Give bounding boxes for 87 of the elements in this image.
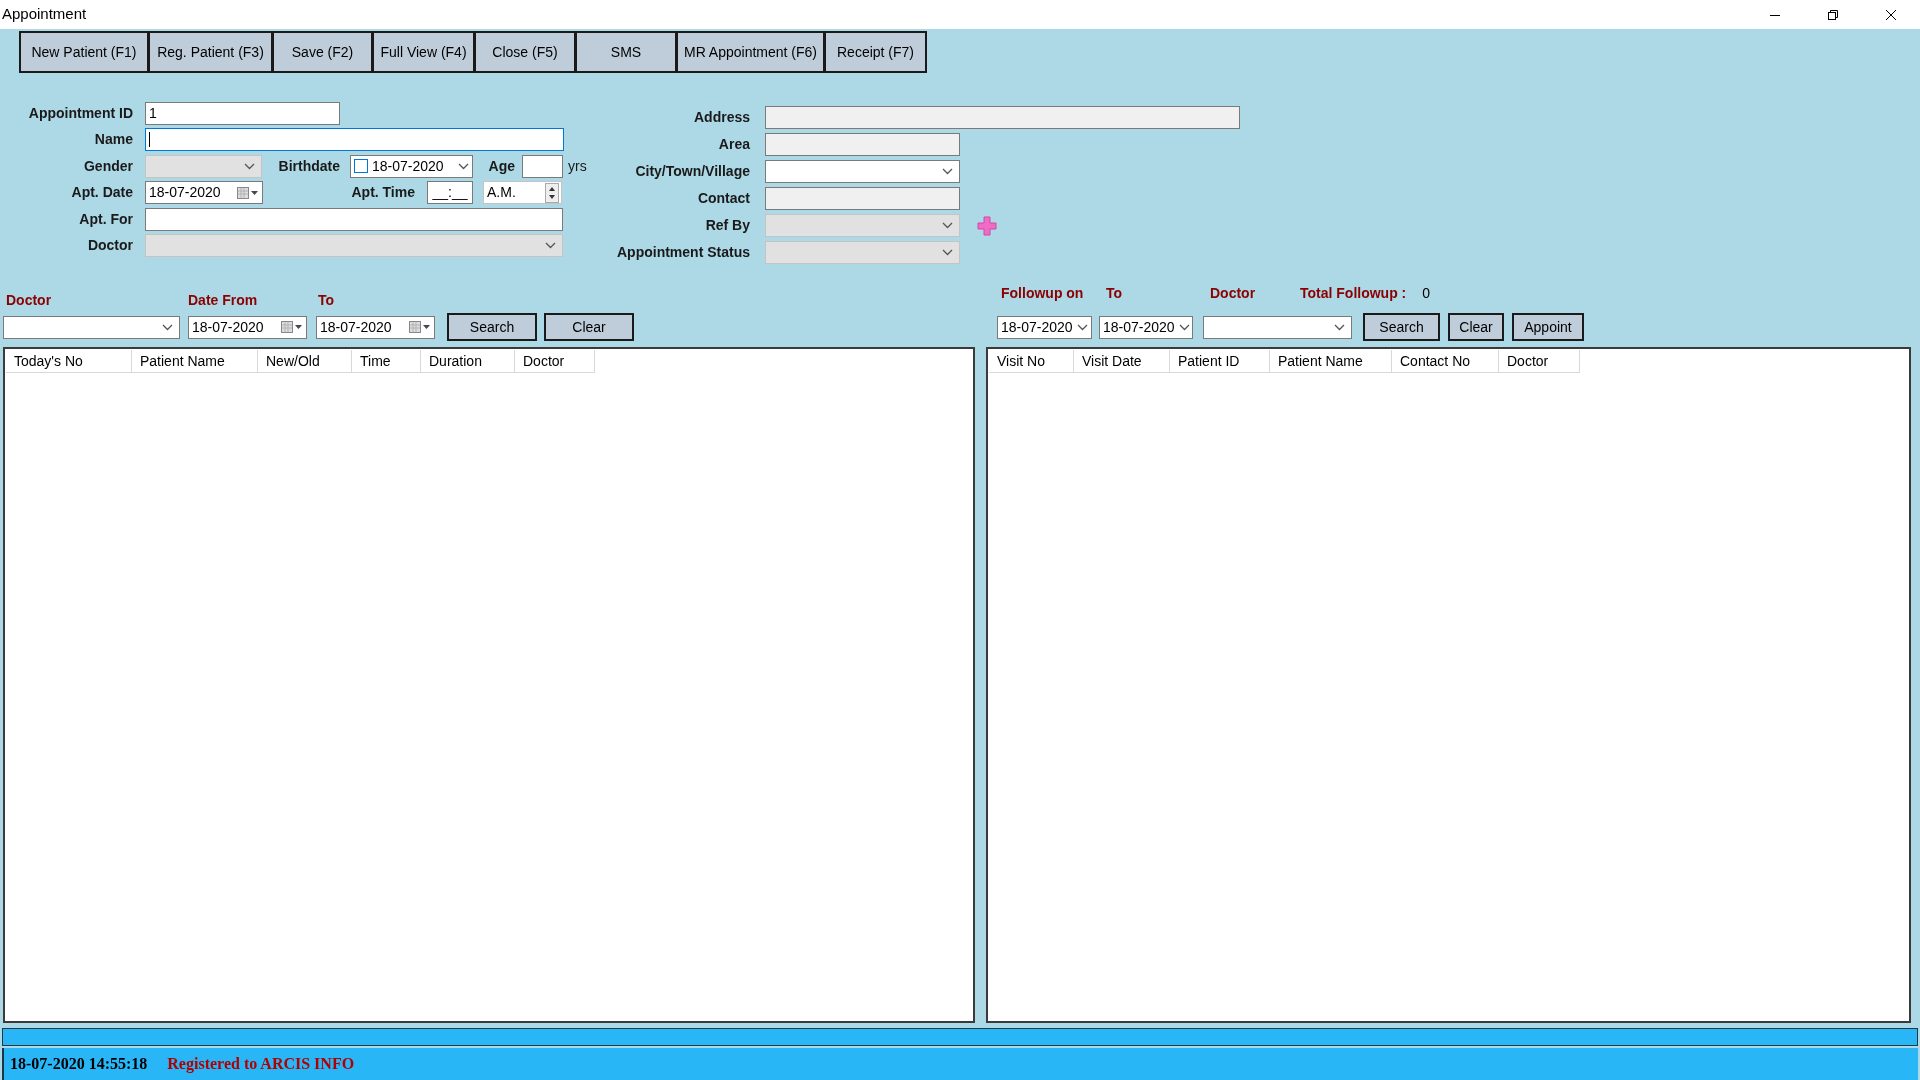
- time-field[interactable]: __:__: [427, 181, 473, 205]
- field-label: Birthdate: [277, 156, 340, 176]
- column-header[interactable]: Visit Date: [1074, 350, 1170, 373]
- input-field[interactable]: [765, 187, 960, 210]
- search-bar-button[interactable]: Search: [1363, 313, 1440, 341]
- field-label: Age: [487, 156, 515, 176]
- field-label: Apt. For: [78, 209, 133, 229]
- column-header[interactable]: Patient Name: [1270, 350, 1392, 373]
- chevron-down-icon: [1077, 323, 1088, 331]
- chevron-down-icon: [942, 168, 953, 175]
- filter-label: Date From: [188, 290, 259, 310]
- toolbar-button[interactable]: Close (F5): [474, 31, 576, 73]
- input-field[interactable]: [765, 133, 960, 156]
- filter-label: Doctor: [6, 290, 53, 310]
- chevron-down-icon: [162, 323, 173, 331]
- dropdown[interactable]: [1203, 315, 1352, 339]
- field-label: Appointment ID: [27, 104, 133, 123]
- toolbar-button[interactable]: SMS: [575, 31, 677, 73]
- date-picker[interactable]: 18-07-2020: [350, 154, 473, 178]
- input-field[interactable]: 1: [145, 102, 340, 125]
- column-header[interactable]: Doctor: [1499, 350, 1580, 373]
- chevron-down-icon: [1334, 323, 1345, 331]
- status-datetime: 18-07-2020 14:55:18: [10, 1054, 148, 1074]
- column-header[interactable]: Today's No: [6, 350, 132, 373]
- toolbar-button[interactable]: New Patient (F1): [19, 31, 149, 73]
- calendar-icon: [237, 186, 259, 199]
- input-field[interactable]: [522, 154, 563, 178]
- input-field[interactable]: [145, 128, 564, 152]
- unit-label: yrs: [568, 156, 587, 176]
- toolbar-button[interactable]: Reg. Patient (F3): [148, 31, 273, 73]
- field-label: Apt. Date: [70, 183, 133, 203]
- filter-label: Followup on: [1001, 283, 1085, 303]
- input-field[interactable]: [765, 106, 1240, 129]
- filter-label: To: [318, 290, 336, 310]
- restore-icon[interactable]: [1828, 9, 1838, 20]
- search-bar-button[interactable]: Clear: [1448, 313, 1504, 341]
- input-field[interactable]: [145, 207, 563, 231]
- chevron-down-icon: [458, 162, 469, 170]
- toolbar-button[interactable]: Full View (F4): [372, 31, 475, 73]
- calendar-icon: [409, 321, 431, 333]
- close-icon[interactable]: [1886, 9, 1896, 20]
- dropdown[interactable]: [3, 315, 180, 339]
- chevron-down-icon: [244, 162, 255, 170]
- date-picker[interactable]: 18-07-2020: [1099, 315, 1193, 339]
- field-label: Ref By: [704, 216, 750, 235]
- field-label: Contact: [696, 189, 750, 208]
- column-header[interactable]: Duration: [421, 350, 515, 373]
- spinner-field[interactable]: A.M.: [483, 181, 562, 205]
- field-label: Apt. Time: [350, 183, 415, 203]
- toolbar-button[interactable]: Receipt (F7): [824, 31, 927, 73]
- chevron-down-icon: [1178, 323, 1190, 331]
- field-label: Area: [717, 135, 750, 154]
- search-bar-button[interactable]: Appoint: [1512, 313, 1584, 341]
- date-picker[interactable]: 18-07-2020: [997, 315, 1092, 339]
- chevron-down-icon: [942, 222, 953, 229]
- field-label: Address: [692, 108, 750, 127]
- date-picker[interactable]: 18-07-2020: [188, 315, 307, 339]
- field-label: Gender: [83, 156, 133, 176]
- total-count: 0: [1422, 283, 1431, 303]
- column-header[interactable]: Patient Name: [132, 350, 258, 373]
- filter-label: Total Followup :: [1300, 283, 1407, 303]
- field-label: Appointment Status: [616, 243, 750, 262]
- search-bar-button[interactable]: Clear: [544, 313, 634, 341]
- search-bar-button[interactable]: Search: [447, 313, 537, 341]
- status-registration: Registered to ARCIS INFO: [167, 1054, 355, 1075]
- window-title: Appointment: [2, 4, 87, 25]
- field-label: Name: [93, 130, 133, 150]
- date-picker[interactable]: 18-07-2020: [316, 315, 435, 339]
- column-header[interactable]: Doctor: [515, 350, 595, 373]
- toolbar-button[interactable]: MR Appointment (F6): [676, 31, 825, 73]
- chevron-down-icon: [545, 241, 556, 249]
- field-label: City/Town/Village: [634, 162, 750, 181]
- spin-arrows-icon: [545, 182, 559, 203]
- filter-label: To: [1106, 283, 1124, 303]
- filter-label: Doctor: [1210, 283, 1257, 303]
- dropdown[interactable]: [765, 160, 960, 183]
- toolbar-button[interactable]: Save (F2): [272, 31, 373, 73]
- calendar-icon: [281, 321, 303, 333]
- checkbox[interactable]: [354, 159, 368, 174]
- column-header[interactable]: New/Old: [258, 350, 352, 373]
- column-header[interactable]: Time: [352, 350, 421, 373]
- field-label: Doctor: [86, 235, 133, 255]
- column-header[interactable]: Patient ID: [1170, 350, 1270, 373]
- chevron-down-icon: [942, 249, 953, 256]
- date-picker[interactable]: 18-07-2020: [145, 181, 263, 205]
- column-header[interactable]: Visit No: [989, 350, 1074, 373]
- column-header[interactable]: Contact No: [1392, 350, 1499, 373]
